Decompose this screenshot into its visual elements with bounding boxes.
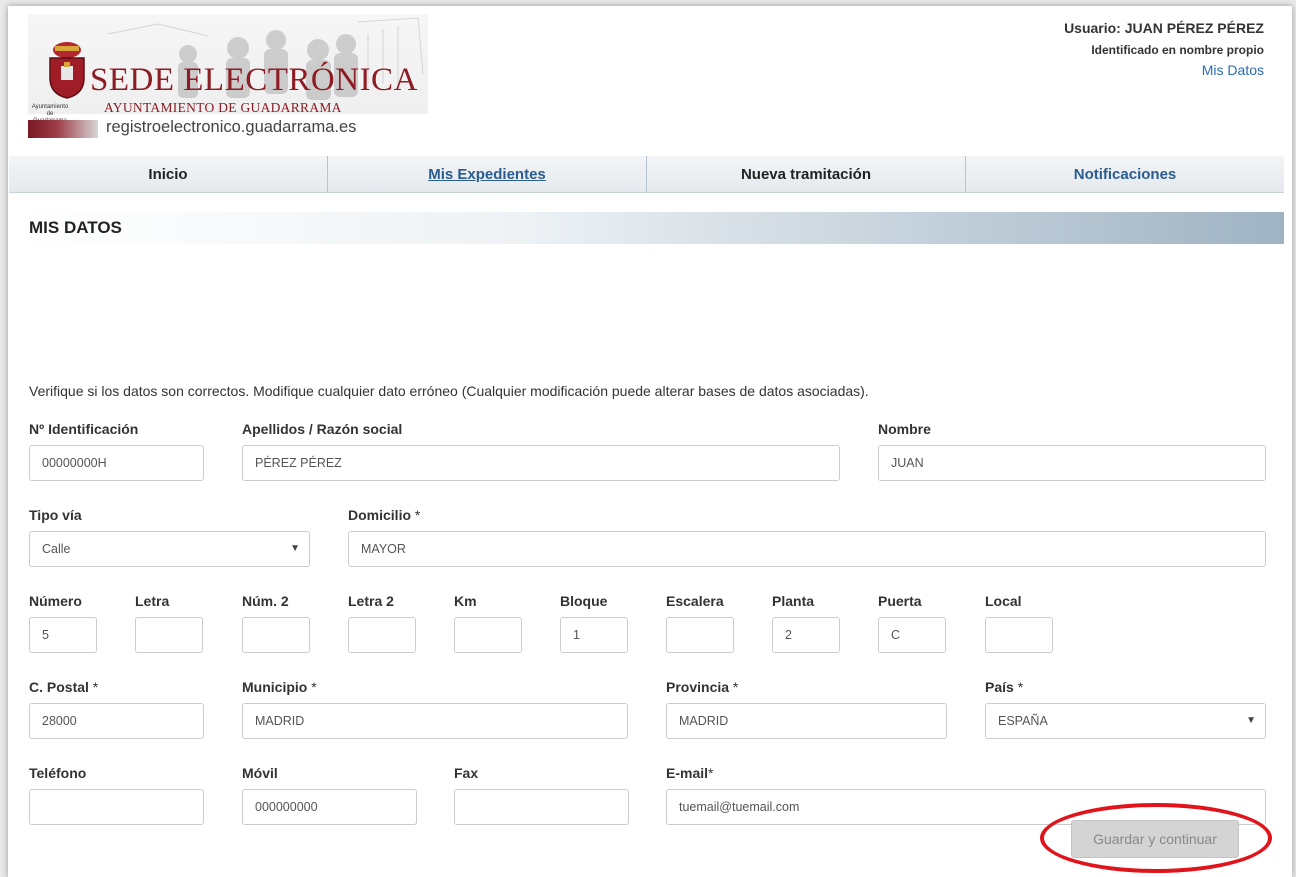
street-type-label: Tipo vía xyxy=(29,507,82,523)
letter2-label: Letra 2 xyxy=(348,593,394,609)
km-label: Km xyxy=(454,593,477,609)
name-input[interactable]: JUAN xyxy=(878,445,1266,481)
coat-of-arms-icon xyxy=(42,40,92,100)
name-label: Nombre xyxy=(878,421,931,437)
number2-label: Núm. 2 xyxy=(242,593,289,609)
mobile-label: Móvil xyxy=(242,765,278,781)
logo-url: registroelectronico.guadarrama.es xyxy=(106,118,357,136)
municipality-label: Municipio * xyxy=(242,679,317,695)
province-label: Provincia * xyxy=(666,679,738,695)
floor-input[interactable]: 2 xyxy=(772,617,840,653)
required-mark: * xyxy=(311,679,317,695)
required-mark: * xyxy=(732,679,739,695)
section-header: MIS DATOS xyxy=(9,212,1284,244)
local-label: Local xyxy=(985,593,1022,609)
chevron-down-icon: ▼ xyxy=(290,543,300,554)
municipality-label-text: Municipio xyxy=(242,679,308,695)
km-input[interactable] xyxy=(454,617,522,653)
chevron-down-icon: ▼ xyxy=(1246,715,1256,726)
required-mark: * xyxy=(1017,679,1024,695)
country-select[interactable]: ESPAÑA ▼ xyxy=(985,703,1266,739)
id-number-label: Nº Identificación xyxy=(29,421,139,437)
address-label-text: Domicilio xyxy=(348,507,412,523)
door-label: Puerta xyxy=(878,593,922,609)
nav-item-inicio[interactable]: Inicio xyxy=(9,156,328,192)
municipality-input[interactable]: MADRID xyxy=(242,703,628,739)
required-mark: * xyxy=(414,507,421,523)
user-identification: Identificado en nombre propio xyxy=(1091,43,1264,57)
mobile-input[interactable]: 000000000 xyxy=(242,789,417,825)
site-logo[interactable]: SEDE ELECTRÓNICA Ayuntamiento de Guadarr… xyxy=(28,14,428,142)
user-info: Usuario: JUAN PÉREZ PÉREZ Identificado e… xyxy=(1064,20,1264,78)
local-input[interactable] xyxy=(985,617,1053,653)
province-input[interactable]: MADRID xyxy=(666,703,947,739)
page-frame: SEDE ELECTRÓNICA Ayuntamiento de Guadarr… xyxy=(8,6,1292,877)
nav-item-notificaciones[interactable]: Notificaciones xyxy=(966,156,1284,192)
number2-input[interactable] xyxy=(242,617,310,653)
email-label-text: E-mail xyxy=(666,765,709,781)
logo-color-bar xyxy=(28,120,98,138)
save-and-continue-button[interactable]: Guardar y continuar xyxy=(1071,820,1239,858)
street-type-value: Calle xyxy=(42,542,71,556)
stair-label: Escalera xyxy=(666,593,724,609)
address-input[interactable]: MAYOR xyxy=(348,531,1266,567)
nav-item-nueva-tramitacion[interactable]: Nueva tramitación xyxy=(647,156,966,192)
phone-label: Teléfono xyxy=(29,765,87,781)
my-data-link[interactable]: Mis Datos xyxy=(1064,62,1264,78)
fax-label: Fax xyxy=(454,765,479,781)
letter-input[interactable] xyxy=(135,617,203,653)
postal-code-label-text: C. Postal xyxy=(29,679,89,695)
country-value: ESPAÑA xyxy=(998,714,1048,728)
main-nav: Inicio Mis Expedientes Nueva tramitación… xyxy=(9,156,1284,193)
address-label: Domicilio * xyxy=(348,507,420,523)
required-mark: * xyxy=(708,765,714,781)
email-label: E-mail* xyxy=(666,765,713,781)
logo-subtitle: AYUNTAMIENTO DE GUADARRAMA xyxy=(104,100,342,115)
form-intro-text: Verifique si los datos son correctos. Mo… xyxy=(29,383,869,399)
province-label-text: Provincia xyxy=(666,679,730,695)
fax-input[interactable] xyxy=(454,789,629,825)
postal-code-input[interactable]: 28000 xyxy=(29,703,204,739)
street-type-select[interactable]: Calle ▼ xyxy=(29,531,310,567)
user-name: Usuario: JUAN PÉREZ PÉREZ xyxy=(1064,20,1264,36)
country-label: País * xyxy=(985,679,1023,695)
floor-label: Planta xyxy=(772,593,815,609)
block-input[interactable]: 1 xyxy=(560,617,628,653)
number-label: Número xyxy=(29,593,82,609)
phone-input[interactable] xyxy=(29,789,204,825)
section-title: MIS DATOS xyxy=(29,218,122,237)
nav-item-mis-expedientes[interactable]: Mis Expedientes xyxy=(328,156,647,192)
letter2-input[interactable] xyxy=(348,617,416,653)
block-label: Bloque xyxy=(560,593,608,609)
surnames-label: Apellidos / Razón social xyxy=(242,421,403,437)
required-mark: * xyxy=(92,679,99,695)
country-label-text: País xyxy=(985,679,1014,695)
surnames-input[interactable]: PÉREZ PÉREZ xyxy=(242,445,840,481)
door-input[interactable]: C xyxy=(878,617,946,653)
letter-label: Letra xyxy=(135,593,170,609)
logo-title: SEDE ELECTRÓNICA xyxy=(90,62,418,98)
stair-input[interactable] xyxy=(666,617,734,653)
number-input[interactable]: 5 xyxy=(29,617,97,653)
postal-code-label: C. Postal * xyxy=(29,679,98,695)
id-number-input[interactable]: 00000000H xyxy=(29,445,204,481)
